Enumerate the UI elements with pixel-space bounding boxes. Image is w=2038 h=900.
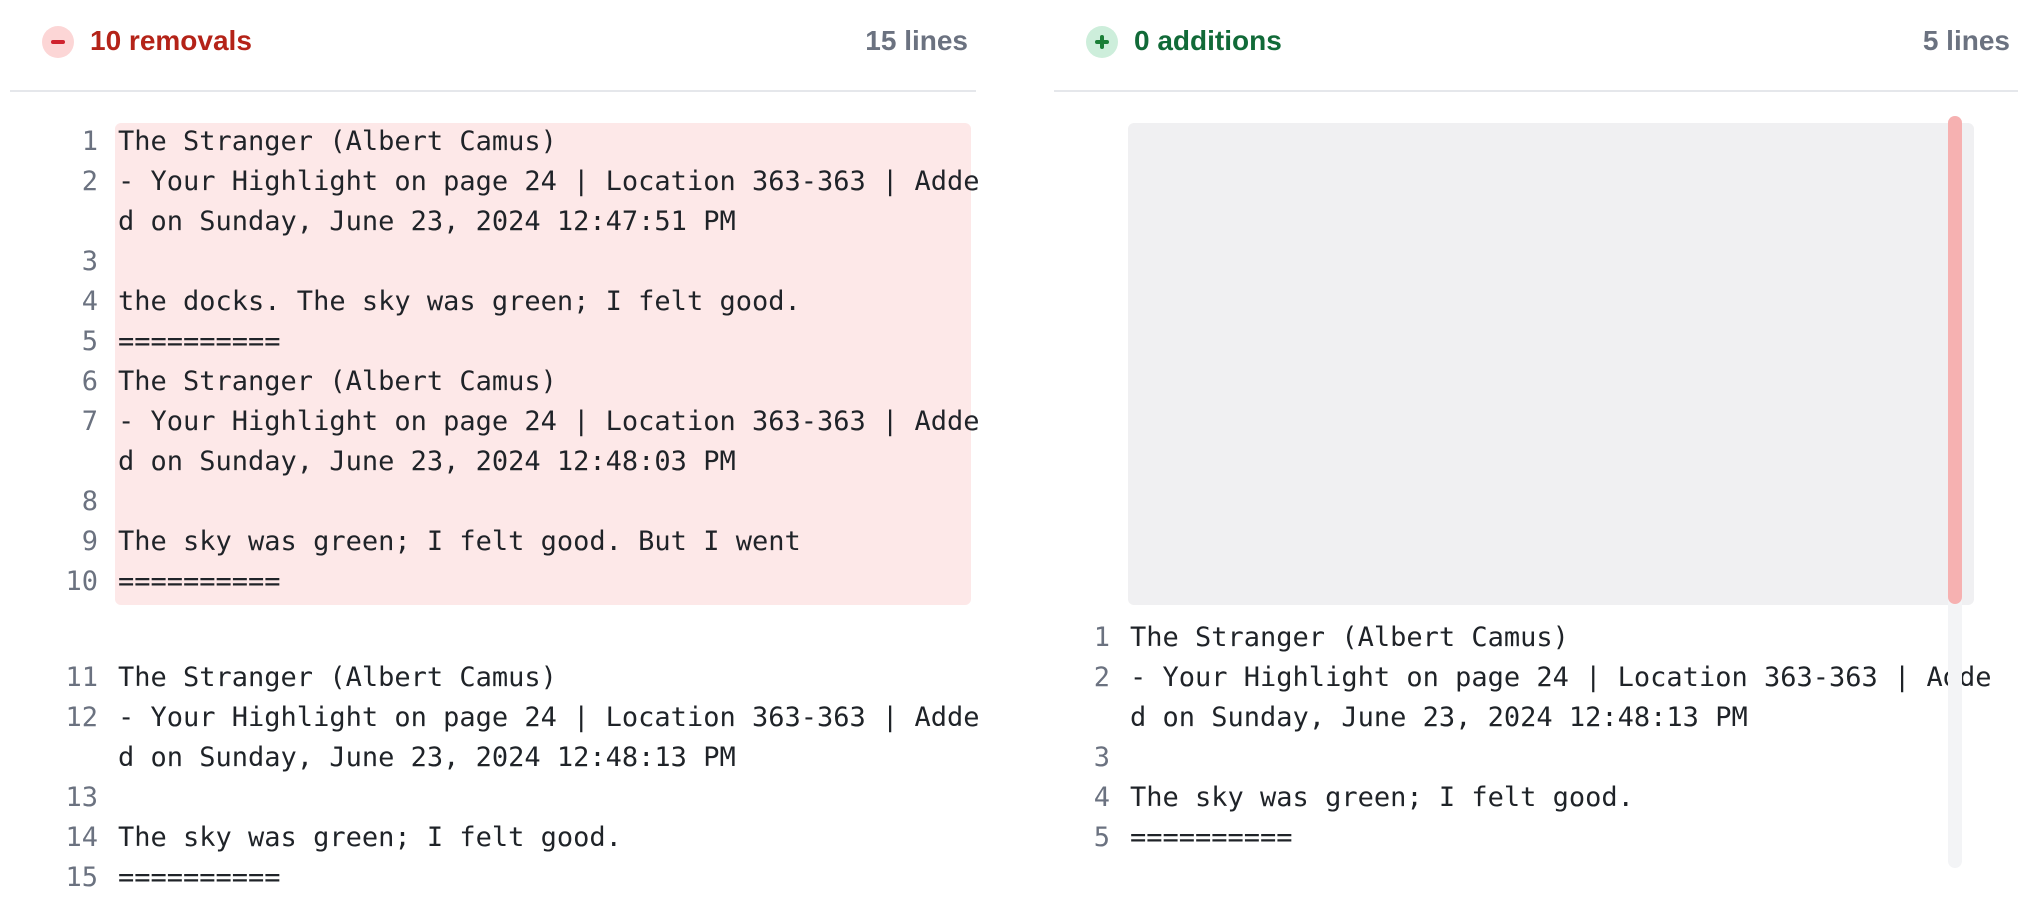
- line-number: 9: [81, 526, 98, 557]
- line-number: 13: [65, 782, 98, 813]
- line-number: 1: [1093, 622, 1110, 653]
- removals-line-count: 15 lines: [865, 25, 968, 56]
- line-text: ==========: [118, 566, 281, 597]
- removals-title: 10 removals: [90, 25, 252, 56]
- line-number: 3: [81, 246, 98, 277]
- line-text: d on Sunday, June 23, 2024 12:47:51 PM: [118, 206, 736, 237]
- line-text: The Stranger (Albert Camus): [118, 662, 557, 693]
- line-number: 5: [1093, 822, 1110, 853]
- line-text: - Your Highlight on page 24 | Location 3…: [118, 702, 980, 733]
- line-text: The Stranger (Albert Camus): [118, 366, 557, 397]
- line-number: 12: [65, 702, 98, 733]
- line-text: d on Sunday, June 23, 2024 12:48:13 PM: [118, 742, 736, 773]
- line-number: 2: [1093, 662, 1110, 693]
- line-text: d on Sunday, June 23, 2024 12:48:03 PM: [118, 446, 736, 477]
- removals-header: 10 removals 15 lines: [10, 0, 976, 92]
- line-text: - Your Highlight on page 24 | Location 3…: [1130, 662, 1992, 693]
- minus-circle-icon: [42, 26, 74, 58]
- line-number: 10: [65, 566, 98, 597]
- line-number: 8: [81, 486, 98, 517]
- line-number: 7: [81, 406, 98, 437]
- line-text: ==========: [1130, 822, 1293, 853]
- line-text: - Your Highlight on page 24 | Location 3…: [118, 406, 980, 437]
- empty-placeholder-block: [1128, 123, 1974, 605]
- line-number: 15: [65, 862, 98, 893]
- line-number: 14: [65, 822, 98, 853]
- line-text: The Stranger (Albert Camus): [1130, 622, 1569, 653]
- line-text: ==========: [118, 326, 281, 357]
- scrollbar[interactable]: [1948, 116, 1962, 868]
- line-text: d on Sunday, June 23, 2024 12:48:13 PM: [1130, 702, 1748, 733]
- line-number: 2: [81, 166, 98, 197]
- line-text: - Your Highlight on page 24 | Location 3…: [118, 166, 980, 197]
- line-text: The sky was green; I felt good.: [118, 822, 622, 853]
- line-number: 1: [81, 126, 98, 157]
- line-text: ==========: [118, 862, 281, 893]
- removals-pane: 10 removals 15 lines 1 The Stranger (Albe…: [10, 0, 980, 893]
- plus-circle-icon: [1086, 26, 1118, 58]
- line-number: 4: [81, 286, 98, 317]
- additions-pane: 0 additions 5 lines 1 The Stranger (Alber…: [1054, 0, 2018, 853]
- line-text: The sky was green; I felt good. But I we…: [118, 526, 801, 557]
- line-number: 4: [1093, 782, 1110, 813]
- line-number: 11: [65, 662, 98, 693]
- line-text: the docks. The sky was green; I felt goo…: [118, 286, 801, 317]
- line-number: 6: [81, 366, 98, 397]
- line-number: 3: [1093, 742, 1110, 773]
- line-number: 5: [81, 326, 98, 357]
- additions-header: 0 additions 5 lines: [1054, 0, 2018, 92]
- line-text: The Stranger (Albert Camus): [118, 126, 557, 157]
- additions-title: 0 additions: [1134, 25, 1282, 56]
- additions-line-count: 5 lines: [1922, 25, 2010, 56]
- line-text: The sky was green; I felt good.: [1130, 782, 1634, 813]
- scrollbar-thumb[interactable]: [1948, 116, 1962, 604]
